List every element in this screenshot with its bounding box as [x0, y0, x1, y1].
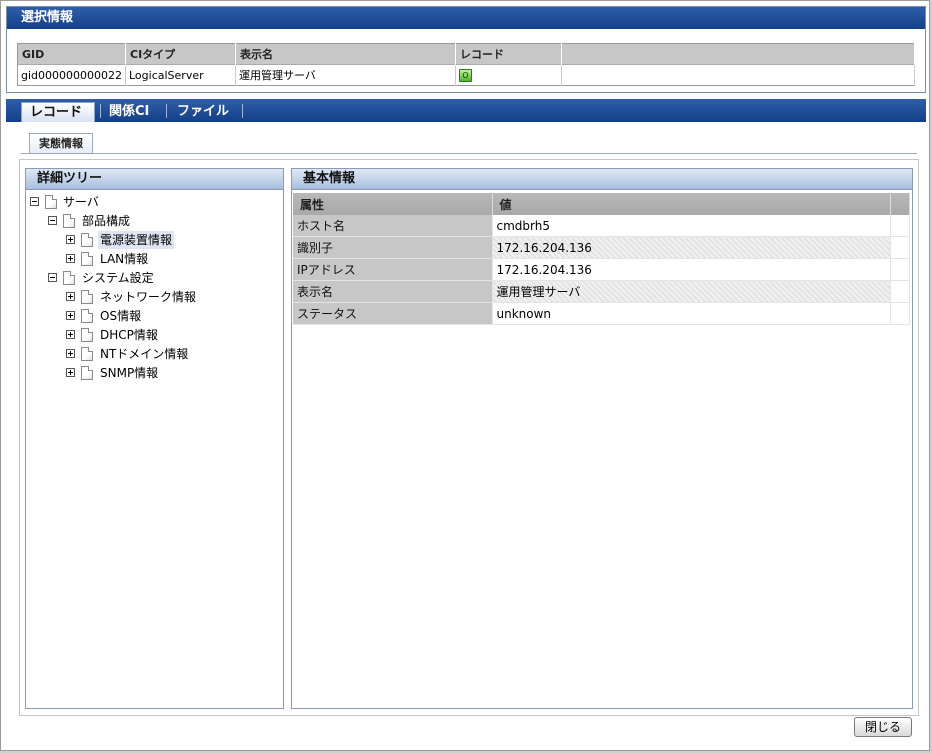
detail-tree-title: 詳細ツリー — [26, 169, 283, 190]
document-icon — [81, 290, 93, 304]
table-row: 識別子 172.16.204.136 — [293, 236, 910, 259]
filler-cell — [890, 258, 910, 281]
tree-label[interactable]: DHCP情報 — [98, 326, 160, 344]
selected-info-header-row: GID CIタイプ 表示名 レコード — [17, 43, 915, 65]
gid-cell: gid000000000022 — [17, 64, 126, 86]
table-row: gid000000000022 LogicalServer 運用管理サーバ O — [17, 64, 915, 86]
expand-icon[interactable] — [66, 292, 75, 301]
column-header-record: レコード — [455, 43, 562, 65]
document-icon — [81, 233, 93, 247]
column-header-display-name: 表示名 — [235, 43, 456, 65]
table-row: ステータス unknown — [293, 302, 910, 325]
column-header-gid: GID — [17, 43, 126, 65]
value-cell: 172.16.204.136 — [492, 236, 891, 259]
attribute-cell: ホスト名 — [293, 215, 493, 237]
record-status-icon[interactable]: O — [459, 69, 472, 82]
tree-label[interactable]: LAN情報 — [98, 250, 150, 268]
attribute-cell: 識別子 — [293, 236, 493, 259]
basic-info-pane: 基本情報 属性 値 ホスト名 cmdbrh5 識別子 172.16.204.13… — [291, 168, 913, 709]
filler-cell — [890, 236, 910, 259]
ci-type-cell: LogicalServer — [125, 64, 236, 86]
document-icon — [81, 366, 93, 380]
expand-icon[interactable] — [66, 349, 75, 358]
expand-icon[interactable] — [66, 368, 75, 377]
filler-cell — [890, 280, 910, 303]
attribute-cell: ステータス — [293, 302, 493, 325]
basic-info-title: 基本情報 — [292, 169, 912, 190]
value-cell: unknown — [492, 302, 891, 325]
document-icon — [81, 309, 93, 323]
document-icon — [81, 252, 93, 266]
basic-info-table: 属性 値 ホスト名 cmdbrh5 識別子 172.16.204.136 IPア… — [293, 193, 910, 325]
tab-separator — [166, 104, 167, 118]
tree-label[interactable]: 電源装置情報 — [98, 231, 175, 249]
selected-info-title: 選択情報 — [7, 7, 925, 29]
record-cell: O — [455, 64, 562, 86]
detail-tree-pane: 詳細ツリー サーバ 部品構成 電源装置情報 LAN情報 システム設定 ネットワー… — [25, 168, 284, 709]
tree-label[interactable]: ネットワーク情報 — [98, 288, 198, 306]
value-cell: 運用管理サーバ — [492, 280, 891, 303]
tab-separator — [242, 104, 243, 118]
subtab-divider — [21, 153, 917, 154]
attribute-cell: IPアドレス — [293, 258, 493, 281]
document-icon — [81, 328, 93, 342]
document-icon — [81, 347, 93, 361]
collapse-icon[interactable] — [48, 273, 57, 282]
expand-icon[interactable] — [66, 254, 75, 263]
selected-info-table: GID CIタイプ 表示名 レコード gid000000000022 Logic… — [17, 43, 915, 86]
value-cell: 172.16.204.136 — [492, 258, 891, 281]
basic-info-header-row: 属性 値 — [293, 193, 910, 215]
tree-label[interactable]: SNMP情報 — [98, 364, 160, 382]
tree-label[interactable]: OS情報 — [98, 307, 143, 325]
column-header-ci-type: CIタイプ — [125, 43, 236, 65]
selected-info-panel: 選択情報 GID CIタイプ 表示名 レコード gid000000000022 … — [6, 6, 926, 93]
filler-cell — [890, 215, 910, 237]
table-row: 表示名 運用管理サーバ — [293, 280, 910, 303]
tab-record[interactable]: レコード — [21, 102, 95, 122]
collapse-icon[interactable] — [30, 197, 39, 206]
tab-related-ci[interactable]: 関係CI — [101, 102, 157, 122]
tab-file[interactable]: ファイル — [169, 102, 237, 122]
subtab-actual-info[interactable]: 実態情報 — [29, 133, 93, 154]
filler-cell — [561, 64, 915, 86]
close-button[interactable]: 閉じる — [854, 717, 912, 737]
window-frame: 選択情報 GID CIタイプ 表示名 レコード gid000000000022 … — [0, 0, 930, 751]
column-header-filler — [890, 193, 910, 215]
content-area: 詳細ツリー サーバ 部品構成 電源装置情報 LAN情報 システム設定 ネットワー… — [19, 159, 919, 716]
document-icon — [45, 195, 57, 209]
tab-bar: レコード 関係CI ファイル — [6, 99, 926, 122]
attribute-cell: 表示名 — [293, 280, 493, 303]
filler-cell — [890, 302, 910, 325]
expand-icon[interactable] — [66, 311, 75, 320]
column-header-value: 値 — [492, 193, 891, 215]
column-header-filler — [561, 43, 915, 65]
table-row: IPアドレス 172.16.204.136 — [293, 258, 910, 281]
document-icon — [63, 271, 75, 285]
display-name-cell: 運用管理サーバ — [235, 64, 456, 86]
expand-icon[interactable] — [66, 235, 75, 244]
expand-icon[interactable] — [66, 330, 75, 339]
tree-label[interactable]: NTドメイン情報 — [98, 345, 190, 363]
table-row: ホスト名 cmdbrh5 — [293, 215, 910, 237]
value-cell: cmdbrh5 — [492, 215, 891, 237]
collapse-icon[interactable] — [48, 216, 57, 225]
column-header-attribute: 属性 — [293, 193, 493, 215]
tree-label[interactable]: 部品構成 — [80, 212, 132, 230]
tree-label[interactable]: システム設定 — [80, 269, 156, 287]
document-icon — [63, 214, 75, 228]
tree-label[interactable]: サーバ — [61, 193, 101, 211]
